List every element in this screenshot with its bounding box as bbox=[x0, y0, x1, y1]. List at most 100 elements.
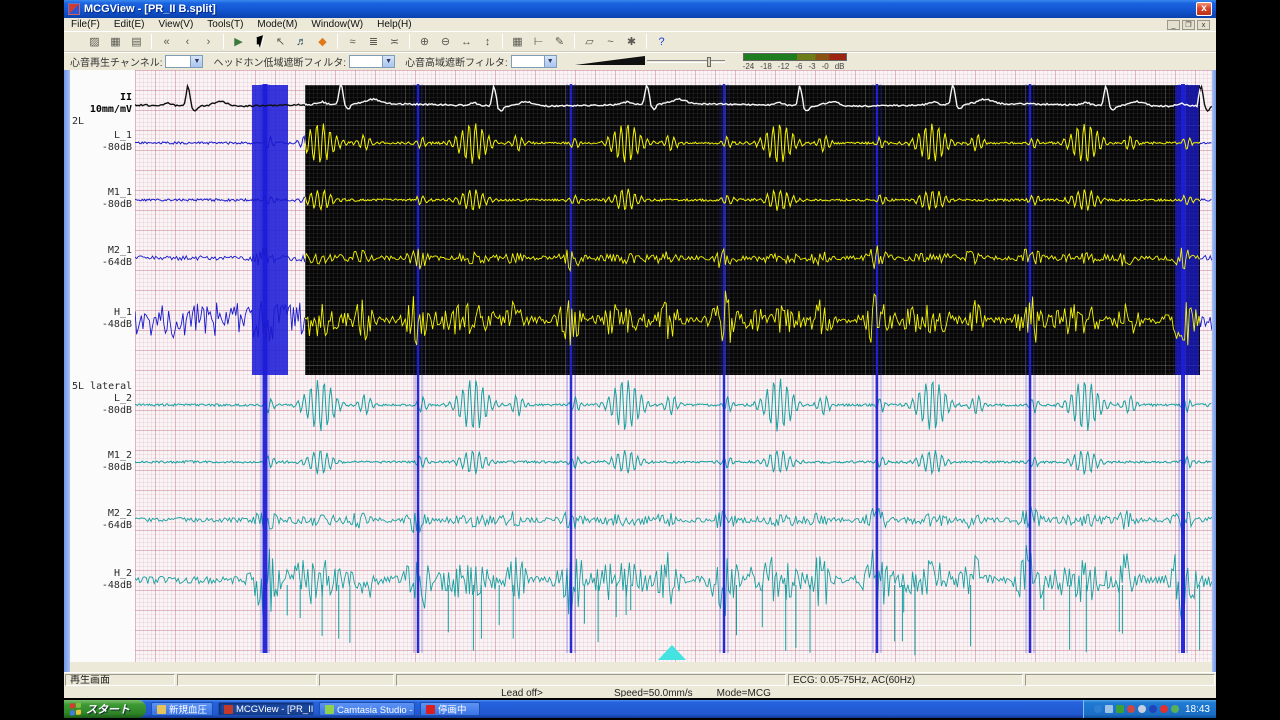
speed-status: Speed=50.0mm/s bbox=[614, 688, 693, 697]
task-label: Camtasia Studio - 名... bbox=[337, 702, 415, 716]
task-mcgview[interactable]: MCGView - [PR_II... bbox=[218, 702, 314, 716]
menu-window[interactable]: Window(W) bbox=[304, 19, 370, 30]
mdi-window-controls: _ ❐ x bbox=[1167, 20, 1210, 30]
status-cell-empty bbox=[1025, 674, 1215, 686]
task-recorder[interactable]: 停画中 bbox=[420, 702, 480, 716]
wave-single-icon[interactable]: ≈ bbox=[343, 33, 362, 50]
jump-start-icon[interactable]: « bbox=[157, 33, 176, 50]
channel-gain-L_1: -80dB bbox=[102, 142, 132, 154]
highcut-select[interactable]: ▼ bbox=[511, 55, 557, 68]
task-label: MCGView - [PR_II... bbox=[236, 704, 314, 715]
menu-view[interactable]: View(V) bbox=[151, 19, 200, 30]
channel-label-M2_1: M2_1 bbox=[108, 245, 132, 257]
tray-network-icon[interactable] bbox=[1094, 705, 1102, 713]
channel-label-L_2: L_2 bbox=[114, 393, 132, 405]
close-button[interactable]: x bbox=[1196, 2, 1212, 16]
channel-gain-H_2: -48dB bbox=[102, 580, 132, 592]
tray-audio-icon[interactable] bbox=[1105, 705, 1113, 713]
status-cell-empty bbox=[177, 674, 317, 686]
zoom-in-icon[interactable]: ⊕ bbox=[415, 33, 434, 50]
waveform-plot[interactable] bbox=[135, 70, 1212, 662]
volume-slider-thumb[interactable] bbox=[707, 57, 711, 67]
task-mcgview-icon bbox=[224, 705, 233, 714]
menu-help[interactable]: Help(H) bbox=[370, 19, 418, 30]
tray-display-icon[interactable] bbox=[1127, 705, 1135, 713]
playback-channel-label: 心音再生チャンネル: bbox=[70, 54, 162, 69]
sound-icon[interactable]: ♬ bbox=[292, 33, 311, 50]
site-top-label: 2L bbox=[72, 116, 84, 128]
menu-file[interactable]: File(F) bbox=[64, 19, 107, 30]
save-icon[interactable]: ▦ bbox=[106, 33, 125, 50]
tray-language-icon[interactable] bbox=[1138, 705, 1146, 713]
tray-alert-icon[interactable] bbox=[1160, 705, 1168, 713]
channel-label-H_1: H_1 bbox=[114, 307, 132, 319]
annotate-icon[interactable]: ✎ bbox=[550, 33, 569, 50]
status-bar-upper: 再生画面 ECG: 0.05-75Hz, AC(60Hz) bbox=[64, 672, 1216, 686]
step-back-icon[interactable]: ‹ bbox=[178, 33, 197, 50]
channel-gain-M1_2: -80dB bbox=[102, 462, 132, 474]
pointer-icon[interactable]: ↖ bbox=[271, 33, 290, 50]
channel-gain-M1_1: -80dB bbox=[102, 199, 132, 211]
task-folder[interactable]: 新規血圧 bbox=[151, 702, 213, 716]
measure-icon[interactable]: ⊢ bbox=[529, 33, 548, 50]
mdi-close-button[interactable]: x bbox=[1197, 20, 1210, 30]
help-icon[interactable]: ? bbox=[652, 33, 671, 50]
chevron-down-icon: ▼ bbox=[544, 56, 556, 67]
menu-tools[interactable]: Tools(T) bbox=[200, 19, 250, 30]
toolbar-separator bbox=[574, 34, 575, 49]
main-toolbar: ▨ ▦ ▤ «‹ › ▶ ■ ↖ ♬ ◆ ≈ ≣ ≍ ⊕ ⊖ ↔ ↕ ▦ ⊢ ✎ ▱ ~ ✱? bbox=[64, 31, 1216, 52]
zoom-out-icon[interactable]: ⊖ bbox=[436, 33, 455, 50]
mdi-minimize-button[interactable]: _ bbox=[1167, 20, 1180, 30]
toolbar-separator bbox=[409, 34, 410, 49]
menu-edit[interactable]: Edit(E) bbox=[107, 19, 152, 30]
fit-horizontal-icon[interactable]: ↔ bbox=[457, 33, 476, 50]
task-recorder-icon bbox=[426, 705, 435, 714]
status-bar-lower: Lead off> Speed=50.0mm/s Mode=MCG bbox=[64, 686, 1216, 698]
tray-device-icon[interactable] bbox=[1149, 705, 1157, 713]
mdi-restore-button[interactable]: ❐ bbox=[1182, 20, 1195, 30]
playback-position-marker bbox=[658, 645, 686, 660]
open-file-icon[interactable]: ▨ bbox=[85, 33, 104, 50]
channel-label-M2_2: M2_2 bbox=[108, 508, 132, 520]
task-label: 新規血圧 bbox=[169, 702, 207, 716]
channel-label-gutter: II 10mm/mV 2L L_1 -80dB M1_1 -80dB M2_1 -64dB H_1… bbox=[70, 70, 135, 662]
playback-channel-select[interactable]: ▼ bbox=[165, 55, 203, 68]
waveform-canvas bbox=[135, 70, 1212, 662]
play-icon[interactable]: ▶ bbox=[229, 33, 248, 50]
status-cell-empty bbox=[319, 674, 394, 686]
print-icon[interactable]: ▤ bbox=[127, 33, 146, 50]
volume-wedge-icon bbox=[575, 56, 645, 65]
channel-label-H_2: H_2 bbox=[114, 568, 132, 580]
task-folder-icon bbox=[157, 705, 166, 714]
wave-split-icon[interactable]: ≣ bbox=[364, 33, 383, 50]
channel-gain-M2_2: -64dB bbox=[102, 520, 132, 532]
title-bar: MCGView - [PR_II B.split] x bbox=[64, 0, 1216, 18]
report-icon[interactable]: ▱ bbox=[580, 33, 599, 50]
headphone-lowcut-select[interactable]: ▼ bbox=[349, 55, 395, 68]
toolbar-separator bbox=[502, 34, 503, 49]
desktop: MCGView - [PR_II B.split] x File(F) Edit(… bbox=[64, 0, 1216, 720]
filter-icon[interactable]: ~ bbox=[601, 33, 620, 50]
window-right-border bbox=[1212, 70, 1216, 672]
taskbar-clock: 18:43 bbox=[1185, 704, 1210, 715]
grid-icon[interactable]: ▦ bbox=[508, 33, 527, 50]
step-forward-icon[interactable]: › bbox=[199, 33, 218, 50]
fit-vertical-icon[interactable]: ↕ bbox=[478, 33, 497, 50]
channel-label-M1_2: M1_2 bbox=[108, 450, 132, 462]
tray-update-icon[interactable] bbox=[1116, 705, 1124, 713]
task-camtasia[interactable]: Camtasia Studio - 名... bbox=[319, 702, 415, 716]
toolbar-separator bbox=[646, 34, 647, 49]
toolbar-separator bbox=[151, 34, 152, 49]
ecg-scale-label: 10mm/mV bbox=[90, 104, 132, 116]
event-marker-icon[interactable]: ◆ bbox=[313, 33, 332, 50]
lead-off-status: Lead off> bbox=[437, 687, 607, 698]
menu-mode[interactable]: Mode(M) bbox=[250, 19, 304, 30]
wave-overlay-icon[interactable]: ≍ bbox=[385, 33, 404, 50]
volume-slider[interactable] bbox=[647, 60, 725, 63]
mcgview-window: MCGView - [PR_II B.split] x File(F) Edit(… bbox=[64, 0, 1216, 698]
task-label: 停画中 bbox=[438, 702, 467, 716]
tray-shield-icon[interactable] bbox=[1171, 705, 1179, 713]
settings-icon[interactable]: ✱ bbox=[622, 33, 641, 50]
chevron-down-icon: ▼ bbox=[382, 56, 394, 67]
start-button[interactable]: スタート bbox=[64, 700, 146, 718]
